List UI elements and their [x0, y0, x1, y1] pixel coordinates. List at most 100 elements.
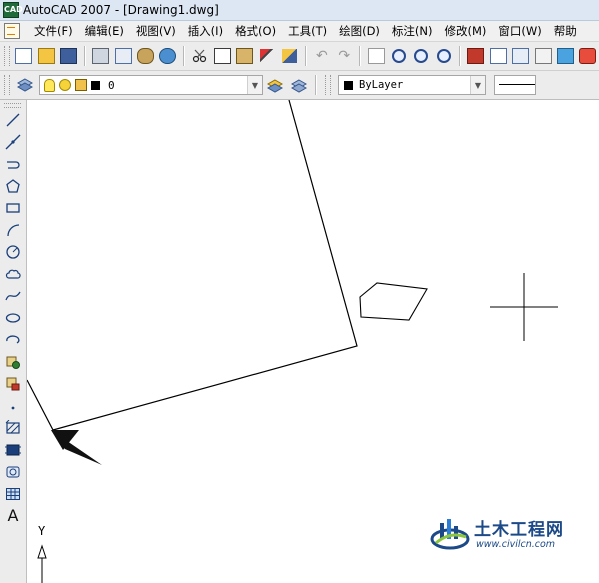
- polygon-tool-button[interactable]: [3, 176, 23, 196]
- gradient-icon: [5, 444, 21, 456]
- menu-modify[interactable]: 修改(M): [439, 23, 493, 39]
- toolbar-grip[interactable]: [4, 75, 10, 95]
- menu-edit[interactable]: 编辑(E): [79, 23, 130, 39]
- small-pentagon[interactable]: [359, 282, 428, 321]
- pan-hand-icon: [368, 48, 386, 64]
- pan-button[interactable]: [367, 46, 386, 66]
- color-swatch: [344, 80, 353, 90]
- color-control-dropdown[interactable]: ByLayer ▼: [338, 75, 486, 95]
- hatch-tool-button[interactable]: [3, 418, 23, 438]
- toolbar-separator: [183, 46, 186, 66]
- undo-button[interactable]: ↶: [313, 46, 331, 66]
- plot-preview-button[interactable]: [114, 46, 132, 66]
- copy-button[interactable]: [213, 46, 232, 66]
- menu-insert[interactable]: 插入(I): [182, 23, 229, 39]
- ucs-y-label: Y: [38, 524, 46, 538]
- region-icon: [6, 466, 20, 478]
- menu-help[interactable]: 帮助: [548, 23, 583, 39]
- chevron-down-icon[interactable]: ▼: [470, 76, 485, 94]
- plot-button[interactable]: [92, 46, 110, 66]
- arc-icon: [7, 224, 20, 237]
- design-center-button[interactable]: [489, 46, 507, 66]
- multiline-text-button[interactable]: A: [3, 506, 23, 526]
- layer-dropdown[interactable]: 0 ▼: [39, 75, 263, 95]
- paste-button[interactable]: [236, 46, 254, 66]
- menu-file[interactable]: 文件(F): [28, 23, 79, 39]
- spline-tool-button[interactable]: [3, 286, 23, 306]
- line-icon: [6, 113, 20, 127]
- line-tool-button[interactable]: [3, 110, 23, 130]
- menu-window[interactable]: 窗口(W): [492, 23, 547, 39]
- toolbar-separator: [83, 46, 86, 66]
- insert-block-button[interactable]: [3, 352, 23, 372]
- region-tool-button[interactable]: [3, 462, 23, 482]
- document-icon[interactable]: [4, 23, 20, 39]
- save-button[interactable]: [59, 46, 78, 66]
- zoom-realtime-button[interactable]: [390, 46, 408, 66]
- hatch-icon: [5, 420, 20, 434]
- printer-icon: [92, 48, 110, 64]
- make-object-layer-current-button[interactable]: [265, 75, 285, 95]
- toolbar-grip[interactable]: [4, 46, 10, 66]
- cut-button[interactable]: [191, 46, 209, 66]
- title-bar: CAD AutoCAD 2007 - [Drawing1.dwg]: [0, 0, 599, 21]
- autocad-app-icon[interactable]: CAD: [3, 2, 23, 18]
- standard-toolbar: ↶ ↷: [0, 42, 599, 71]
- civilcn-logo-icon: [430, 519, 470, 550]
- draw-toolbar: A: [0, 100, 27, 583]
- construction-line-button[interactable]: [3, 132, 23, 152]
- ellipse-arc-button[interactable]: [3, 330, 23, 350]
- new-button[interactable]: [15, 46, 33, 66]
- linetype-control-dropdown[interactable]: [494, 75, 536, 95]
- help-icon: [579, 48, 597, 64]
- markup-button[interactable]: [534, 46, 552, 66]
- toolbar-grip[interactable]: [4, 103, 21, 108]
- quickcalc-button[interactable]: [556, 46, 574, 66]
- menu-dimension[interactable]: 标注(N): [386, 23, 439, 39]
- rectangle-tool-button[interactable]: [3, 198, 23, 218]
- open-button[interactable]: [37, 46, 55, 66]
- circle-icon: [6, 245, 20, 259]
- menu-draw[interactable]: 绘图(D): [333, 23, 386, 39]
- layer-previous-button[interactable]: [289, 75, 309, 95]
- gradient-tool-button[interactable]: [3, 440, 23, 460]
- table-tool-button[interactable]: [3, 484, 23, 504]
- make-block-icon: [6, 377, 20, 391]
- toolbar-separator: [359, 46, 362, 66]
- make-block-button[interactable]: [3, 374, 23, 394]
- paste-clipboard-icon: [236, 48, 254, 64]
- help-button[interactable]: [579, 46, 597, 66]
- drawing-area[interactable]: Y: [27, 100, 599, 583]
- toolbar-grip[interactable]: [325, 75, 331, 95]
- calculator-icon: [556, 48, 574, 64]
- drawing-geometry: [27, 100, 558, 583]
- menu-view[interactable]: 视图(V): [130, 23, 182, 39]
- match-properties-button[interactable]: [258, 46, 276, 66]
- zoom-previous-button[interactable]: [434, 46, 452, 66]
- rotated-rectangle-outline[interactable]: [27, 100, 358, 431]
- open-folder-icon: [37, 48, 55, 64]
- zoom-window-icon: [414, 49, 429, 63]
- menu-format[interactable]: 格式(O): [229, 23, 282, 39]
- redo-button[interactable]: ↷: [335, 46, 353, 66]
- circle-tool-button[interactable]: [3, 242, 23, 262]
- point-tool-button[interactable]: [3, 396, 23, 416]
- revision-cloud-button[interactable]: [3, 264, 23, 284]
- globe-icon: [159, 48, 177, 64]
- chevron-down-icon[interactable]: ▼: [247, 76, 262, 94]
- layer-manager-button[interactable]: [15, 75, 35, 95]
- polyline-tool-button[interactable]: [3, 154, 23, 174]
- ellipse-tool-button[interactable]: [3, 308, 23, 328]
- menu-tools[interactable]: 工具(T): [282, 23, 333, 39]
- zoom-window-button[interactable]: [412, 46, 430, 66]
- current-layer-name: 0: [108, 78, 115, 92]
- arc-tool-button[interactable]: [3, 220, 23, 240]
- tool-palettes-button[interactable]: [511, 46, 530, 66]
- cloud-icon: [5, 269, 21, 279]
- lightbulb-icon: [44, 78, 55, 92]
- properties-button[interactable]: [467, 46, 485, 66]
- block-editor-icon: [282, 49, 298, 63]
- publish-web-button[interactable]: [159, 46, 177, 66]
- block-editor-button[interactable]: [280, 46, 298, 66]
- publish-button[interactable]: [136, 46, 155, 66]
